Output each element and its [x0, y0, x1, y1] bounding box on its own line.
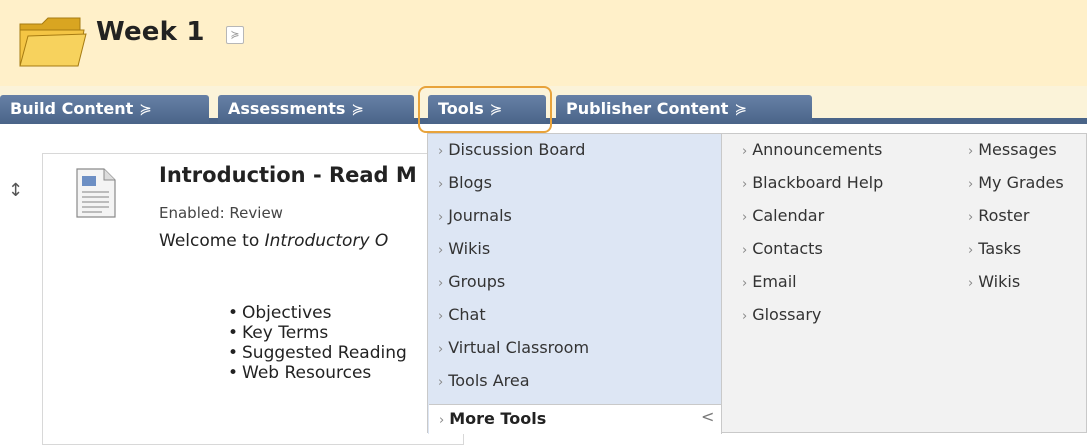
- menu-item-my-grades[interactable]: › My Grades: [968, 173, 1064, 192]
- arrow-right-icon: ›: [438, 342, 444, 357]
- menu-item-label: Blackboard Help: [752, 173, 884, 192]
- menu-item-label: Email: [752, 272, 797, 291]
- menu-item-announcements[interactable]: › Announcements: [742, 140, 882, 159]
- menu-item-label: Discussion Board: [448, 140, 586, 159]
- menu-item-label: Blogs: [448, 173, 492, 192]
- arrow-right-icon: ›: [438, 210, 444, 225]
- menu-item-discussion-board[interactable]: › Discussion Board: [438, 140, 585, 159]
- arrow-right-icon: ›: [438, 276, 444, 291]
- menu-item-label: Virtual Classroom: [448, 338, 590, 357]
- item-bullet-list: Objectives Key Terms Suggested Reading W…: [228, 303, 407, 383]
- menu-item-label: Tools Area: [448, 371, 530, 390]
- page-title: Week 1: [96, 17, 205, 47]
- menu-item-calendar[interactable]: › Calendar: [742, 206, 824, 225]
- arrow-right-icon: ›: [742, 177, 748, 192]
- build-content-button[interactable]: Build Content ≽: [0, 95, 209, 124]
- arrow-right-icon: ›: [438, 375, 444, 390]
- menu-item-wikis-2[interactable]: › Wikis: [968, 272, 1020, 291]
- publisher-content-button[interactable]: Publisher Content ≽: [556, 95, 812, 124]
- menu-item-virtual-classroom[interactable]: › Virtual Classroom: [438, 338, 589, 357]
- item-description: Welcome to Introductory O: [159, 231, 388, 251]
- menu-item-blogs[interactable]: › Blogs: [438, 173, 492, 192]
- menu-item-label: Contacts: [752, 239, 823, 258]
- arrow-right-icon: ›: [439, 413, 445, 428]
- list-item: Key Terms: [228, 323, 407, 343]
- menu-item-label: Wikis: [978, 272, 1021, 291]
- arrow-right-icon: ›: [742, 144, 748, 159]
- arrow-right-icon: ›: [968, 177, 974, 192]
- assessments-button[interactable]: Assessments ≽: [218, 95, 414, 124]
- document-icon: [76, 168, 116, 218]
- more-tools-label: › More Tools: [439, 409, 546, 428]
- menu-item-email[interactable]: › Email: [742, 272, 797, 291]
- menu-item-blackboard-help[interactable]: › Blackboard Help: [742, 173, 883, 192]
- arrow-right-icon: ›: [742, 243, 748, 258]
- item-status: Enabled: Review: [159, 204, 283, 222]
- menu-item-label: Roster: [978, 206, 1030, 225]
- arrow-right-icon: ›: [968, 144, 974, 159]
- chevron-down-icon: ≽: [351, 100, 364, 118]
- arrow-right-icon: ›: [742, 309, 748, 324]
- menu-item-messages[interactable]: › Messages: [968, 140, 1057, 159]
- list-item: Objectives: [228, 303, 407, 323]
- menu-item-tools-area[interactable]: › Tools Area: [438, 371, 530, 390]
- menu-item-label: Tasks: [978, 239, 1022, 258]
- build-content-label: Build Content: [10, 99, 134, 118]
- list-item: Suggested Reading: [228, 343, 407, 363]
- arrow-right-icon: ›: [742, 276, 748, 291]
- assessments-label: Assessments: [228, 99, 346, 118]
- menu-item-label: Wikis: [448, 239, 491, 258]
- menu-item-label: Announcements: [752, 140, 883, 159]
- menu-item-glossary[interactable]: › Glossary: [742, 305, 821, 324]
- menu-item-groups[interactable]: › Groups: [438, 272, 505, 291]
- title-options-button[interactable]: ≽: [226, 26, 244, 44]
- menu-item-wikis[interactable]: › Wikis: [438, 239, 490, 258]
- menu-item-label: Chat: [448, 305, 486, 324]
- more-tools-text: More Tools: [449, 409, 547, 428]
- menu-item-label: My Grades: [978, 173, 1064, 192]
- arrow-right-icon: ›: [438, 144, 444, 159]
- menu-item-journals[interactable]: › Journals: [438, 206, 512, 225]
- folder-icon: [19, 17, 87, 67]
- arrow-right-icon: ›: [742, 210, 748, 225]
- menu-item-label: Journals: [448, 206, 512, 225]
- chevron-down-icon: ≽: [139, 100, 152, 118]
- arrow-right-icon: ›: [438, 177, 444, 192]
- menu-item-label: Glossary: [752, 305, 822, 324]
- arrow-right-icon: ›: [968, 243, 974, 258]
- menu-item-contacts[interactable]: › Contacts: [742, 239, 823, 258]
- item-description-text: Welcome to: [159, 231, 265, 251]
- arrow-right-icon: ›: [968, 276, 974, 291]
- tools-dropdown-menu: › Discussion Board › Blogs › Journals › Wiki…: [427, 133, 1087, 434]
- menu-item-label: Calendar: [752, 206, 825, 225]
- menu-item-label: Messages: [978, 140, 1057, 159]
- item-title-link[interactable]: Introduction - Read M: [159, 163, 417, 187]
- menu-item-chat[interactable]: › Chat: [438, 305, 486, 324]
- list-item: Web Resources: [228, 363, 407, 383]
- arrow-right-icon: ›: [968, 210, 974, 225]
- arrow-right-icon: ›: [438, 243, 444, 258]
- menu-item-tasks[interactable]: › Tasks: [968, 239, 1021, 258]
- arrow-right-icon: ›: [438, 309, 444, 324]
- collapse-icon[interactable]: <: [701, 407, 714, 426]
- menu-item-roster[interactable]: › Roster: [968, 206, 1029, 225]
- more-tools-button[interactable]: › More Tools <: [429, 404, 721, 434]
- chevron-down-icon: ≽: [734, 100, 748, 118]
- content-area-header: Week 1 ≽: [0, 0, 1087, 86]
- menu-item-label: Groups: [448, 272, 506, 291]
- item-description-italic: Introductory O: [264, 231, 389, 251]
- tools-highlight-callout: [418, 86, 552, 133]
- publisher-content-label: Publisher Content: [566, 99, 729, 118]
- drag-handle-icon[interactable]: ↕: [8, 180, 23, 201]
